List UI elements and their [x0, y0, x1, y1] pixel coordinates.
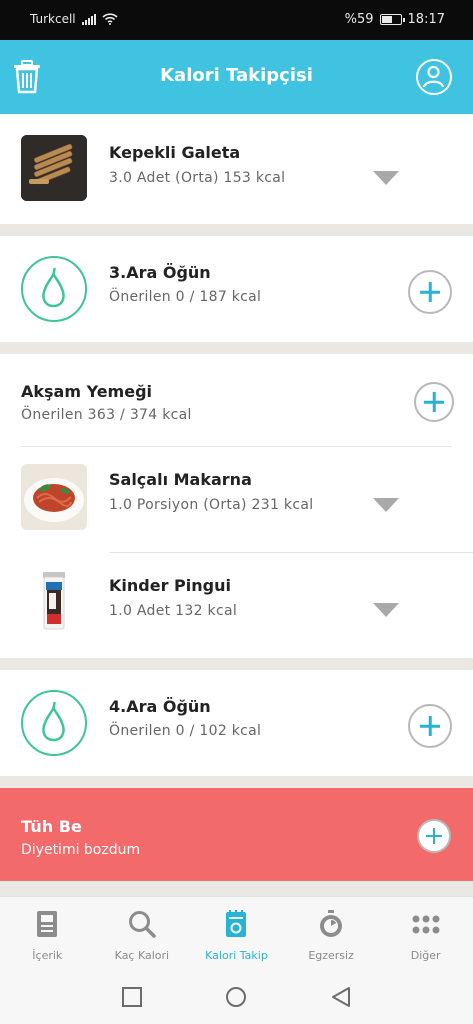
- food-detail: 1.0 Adet 132 kcal: [109, 603, 238, 619]
- nav-item-egzersiz[interactable]: Egzersiz: [284, 897, 379, 971]
- chevron-down-icon[interactable]: [373, 603, 399, 617]
- wifi-icon: [102, 13, 118, 25]
- chevron-down-icon[interactable]: [373, 171, 399, 185]
- food-card-galeta[interactable]: Kepekli Galeta 3.0 Adet (Orta) 153 kcal: [0, 114, 473, 224]
- back-icon[interactable]: [330, 986, 352, 1008]
- screen: Turkcell %59 18:17 Kalori Takipçisi Kepe…: [0, 0, 473, 1024]
- bottom-nav: İçerik Kaç Kalori Kalori Takip Egzersiz …: [0, 896, 473, 970]
- nav-item-kalori-takip[interactable]: Kalori Takip: [189, 897, 284, 971]
- snack-title: 4.Ara Öğün: [109, 697, 211, 716]
- home-icon[interactable]: [225, 986, 247, 1008]
- food-thumbnail: [21, 570, 87, 636]
- battery-percent: %59: [344, 12, 374, 27]
- tuh-be-title: Tüh Be: [21, 817, 82, 836]
- calorie-tracker-icon: [226, 910, 247, 937]
- document-icon: [37, 911, 58, 937]
- snack-title: 3.Ara Öğün: [109, 263, 211, 282]
- clock: 18:17: [407, 12, 445, 27]
- search-icon: [128, 911, 156, 938]
- nav-item-kac-kalori[interactable]: Kaç Kalori: [95, 897, 190, 971]
- nav-item-diger[interactable]: Diğer: [378, 897, 473, 971]
- battery-icon: [379, 14, 405, 25]
- add-snack-button[interactable]: [408, 270, 452, 314]
- add-tuh-be-button[interactable]: [417, 819, 451, 853]
- more-dots-icon: [412, 915, 440, 934]
- add-dinner-button[interactable]: [414, 382, 454, 422]
- pear-icon: [21, 256, 87, 322]
- snack-recommended: Önerilen 0 / 187 kcal: [109, 289, 262, 305]
- tuh-be-subtitle: Diyetimi bozdum: [21, 842, 141, 858]
- snack-card-4: 4.Ara Öğün Önerilen 0 / 102 kcal: [0, 670, 473, 776]
- divider: [21, 446, 452, 447]
- dinner-card: Akşam Yemeği Önerilen 363 / 374 kcal Sal…: [0, 354, 473, 658]
- food-thumbnail: [21, 135, 87, 201]
- dinner-recommended: Önerilen 363 / 374 kcal: [21, 407, 192, 423]
- food-name: Kinder Pingui: [109, 576, 231, 595]
- dinner-title: Akşam Yemeği: [21, 382, 153, 401]
- nav-label: Diğer: [410, 949, 441, 962]
- tuh-be-card[interactable]: Tüh Be Diyetimi bozdum: [0, 788, 473, 881]
- nav-label: Egzersiz: [308, 949, 354, 962]
- app-title: Kalori Takipçisi: [160, 65, 313, 86]
- profile-button[interactable]: [416, 59, 452, 95]
- food-name: Salçalı Makarna: [109, 470, 252, 489]
- pear-icon: [21, 690, 87, 756]
- snack-card-3: 3.Ara Öğün Önerilen 0 / 187 kcal: [0, 236, 473, 342]
- divider: [109, 552, 473, 553]
- nav-label: Kalori Takip: [205, 949, 268, 962]
- signal-icon: [81, 13, 96, 25]
- system-nav-bar: [0, 970, 473, 1024]
- nav-label: Kaç Kalori: [114, 949, 170, 962]
- app-bar: Kalori Takipçisi: [0, 40, 473, 114]
- food-thumbnail: [21, 464, 87, 530]
- food-detail: 3.0 Adet (Orta) 153 kcal: [109, 170, 286, 186]
- chevron-down-icon[interactable]: [373, 498, 399, 512]
- user-icon: [422, 65, 445, 88]
- status-bar: Turkcell %59 18:17: [0, 0, 473, 40]
- food-name: Kepekli Galeta: [109, 143, 241, 162]
- nav-item-icerik[interactable]: İçerik: [0, 897, 95, 971]
- snack-recommended: Önerilen 0 / 102 kcal: [109, 723, 262, 739]
- add-snack-button[interactable]: [408, 704, 452, 748]
- nav-label: İçerik: [32, 949, 63, 962]
- recents-icon[interactable]: [121, 986, 143, 1008]
- carrier-label: Turkcell: [30, 12, 76, 26]
- stopwatch-icon: [320, 910, 343, 937]
- food-detail: 1.0 Porsiyon (Orta) 231 kcal: [109, 497, 314, 513]
